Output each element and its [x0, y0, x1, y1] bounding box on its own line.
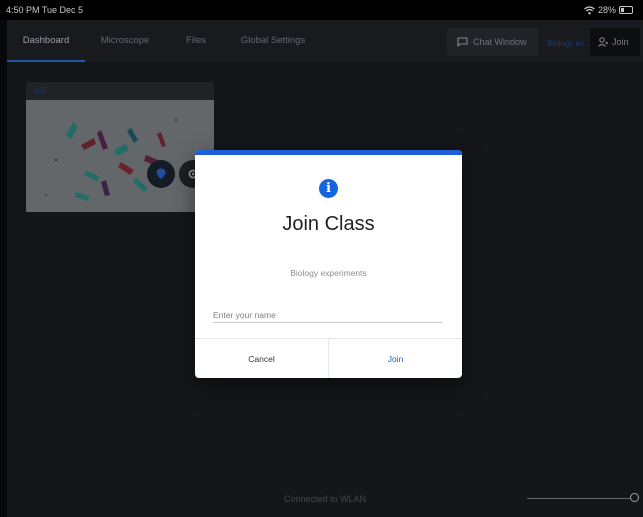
join-class-dialog: i Join Class Biology experiments Cancel … [195, 150, 462, 378]
cancel-button[interactable]: Cancel [195, 339, 329, 378]
name-input[interactable] [213, 308, 442, 323]
dialog-title: Join Class [282, 213, 375, 235]
info-icon: i [319, 179, 338, 198]
join-button[interactable]: Join [329, 339, 462, 378]
dialog-subtitle: Biology experiments [290, 268, 367, 278]
dialog-actions: Cancel Join [195, 338, 462, 378]
dialog-accent-bar [195, 150, 462, 155]
